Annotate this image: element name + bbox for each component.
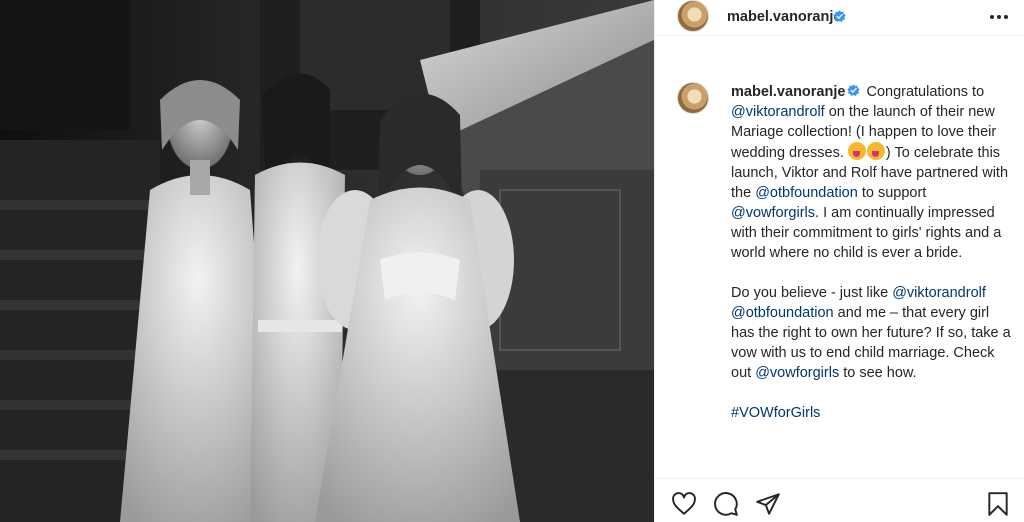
share-icon xyxy=(756,493,780,515)
tongue-emoji-icon xyxy=(847,142,866,160)
mention-link[interactable]: @viktorandrolf xyxy=(892,285,986,301)
mention-link[interactable]: @otbfoundation xyxy=(731,305,834,321)
action-bar xyxy=(655,478,1024,522)
hashtag-link[interactable]: #VOWforGirls xyxy=(731,405,820,421)
mention-link[interactable]: @vowforgirls xyxy=(755,365,839,381)
tongue-wink-emoji-icon xyxy=(866,142,885,160)
save-button[interactable] xyxy=(985,491,1011,517)
mention-link[interactable]: @otbfoundation xyxy=(755,185,858,201)
more-horizontal-icon[interactable] xyxy=(989,8,1009,26)
caption-text: mabel.vanoranje Congratulations to @vikt… xyxy=(731,82,1013,423)
caption-paragraph-2: Do you believe - just like @viktorandrol… xyxy=(731,283,1013,383)
caption-text-segment: Congratulations to xyxy=(862,84,985,100)
like-button[interactable] xyxy=(671,491,697,517)
caption-text-segment: to support xyxy=(857,185,927,201)
mention-link[interactable]: @vowforgirls xyxy=(731,205,815,221)
caption-avatar[interactable] xyxy=(677,82,709,114)
verified-badge-icon xyxy=(833,10,846,23)
comment-button[interactable] xyxy=(713,491,739,517)
share-button[interactable] xyxy=(755,491,781,517)
bookmark-icon xyxy=(988,492,1008,516)
caption-paragraph-1: mabel.vanoranje Congratulations to @vikt… xyxy=(731,82,1013,263)
wedding-dresses-photo xyxy=(0,0,654,522)
post-side-panel: mabel.vanoranje mabel.vanoranje Congratu… xyxy=(654,0,1024,522)
verified-badge-icon xyxy=(847,84,861,97)
comment-icon xyxy=(714,492,738,516)
avatar[interactable] xyxy=(677,0,709,32)
caption-text-segment: Do you believe - just like xyxy=(731,285,893,301)
caption-paragraph-3: #VOWforGirls xyxy=(731,403,1013,423)
header-username[interactable]: mabel.vanoranje xyxy=(727,9,841,25)
heart-icon xyxy=(672,492,696,515)
mention-link[interactable]: @viktorandrolf xyxy=(731,104,825,120)
caption-username[interactable]: mabel.vanoranje xyxy=(731,84,845,100)
caption-text-segment: to see how. xyxy=(839,365,917,381)
post-header: mabel.vanoranje xyxy=(655,0,1024,36)
post-photo[interactable] xyxy=(0,0,654,522)
